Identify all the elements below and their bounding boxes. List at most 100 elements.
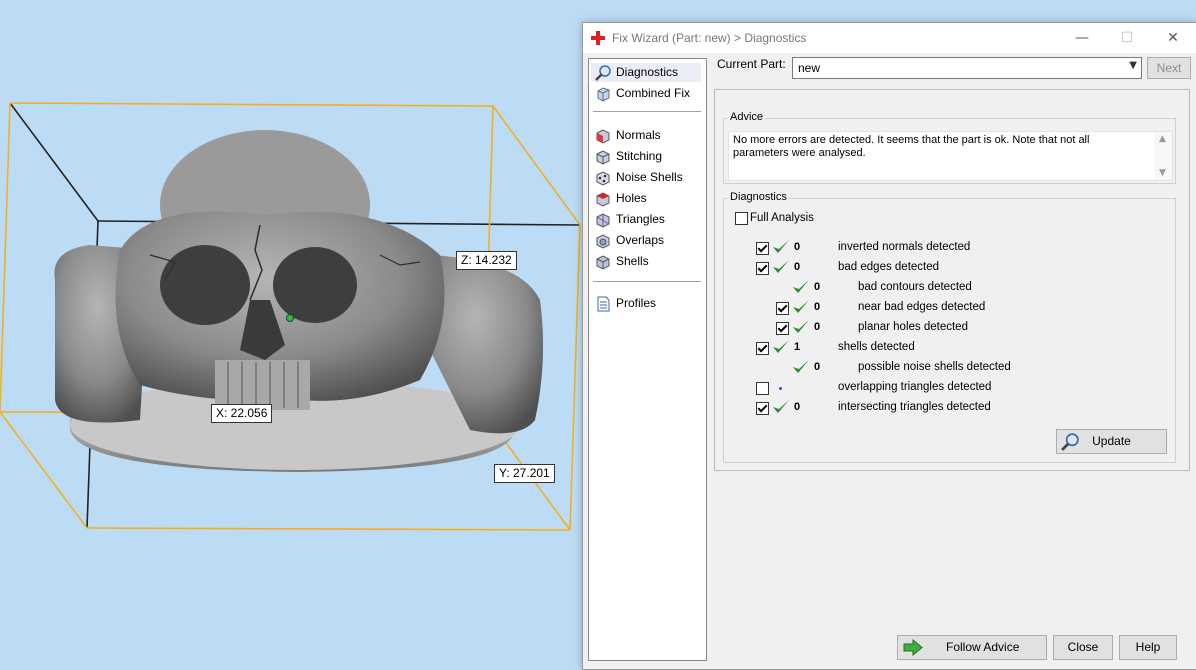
nav-item-shells[interactable]: Shells: [591, 252, 701, 271]
advice-group-title: Advice: [728, 111, 766, 123]
dialog-titlebar[interactable]: Fix Wizard (Part: new) > Diagnostics — ☐…: [583, 23, 1196, 53]
diagnostic-checkbox[interactable]: [776, 322, 789, 335]
nav-divider: [593, 281, 701, 282]
full-analysis-label: Full Analysis: [750, 212, 814, 224]
diagnostic-label: overlapping triangles detected: [838, 381, 992, 393]
nav-divider: [593, 111, 701, 112]
nav-item-label: Diagnostics: [616, 65, 679, 79]
help-button[interactable]: Help: [1119, 635, 1177, 660]
nav-item-profiles[interactable]: Profiles: [591, 294, 701, 313]
diagnostic-checkbox[interactable]: [756, 382, 769, 395]
nav-item-noise-shells[interactable]: Noise Shells: [591, 168, 701, 187]
check-mark-icon: [773, 240, 789, 253]
current-part-value: new: [798, 61, 821, 75]
advice-text-box[interactable]: No more errors are detected. It seems th…: [728, 131, 1173, 181]
diagnostic-count: 0: [814, 361, 821, 373]
check-mark-icon: [793, 300, 809, 313]
diagnostic-count: 0: [814, 321, 821, 333]
nav-item-label: Stitching: [616, 149, 663, 163]
diagnostic-checkbox[interactable]: [776, 302, 789, 315]
profiles-document-icon: [597, 296, 610, 312]
diagnostic-checkbox[interactable]: [756, 342, 769, 355]
diagnostic-label: shells detected: [838, 341, 915, 353]
diagnostic-label: planar holes detected: [858, 321, 968, 333]
x-dimension-label: X: 22.056: [211, 404, 273, 423]
nav-item-label: Normals: [616, 128, 661, 142]
magnifier-icon: [595, 65, 611, 81]
nav-item-label: Shells: [616, 254, 649, 268]
nav-item-label: Overlaps: [616, 233, 665, 247]
minimize-button[interactable]: —: [1068, 27, 1096, 49]
diagnostic-checkbox[interactable]: [756, 242, 769, 255]
nav-item-diagnostics[interactable]: Diagnostics: [591, 63, 701, 82]
nav-item-overlaps[interactable]: Overlaps: [591, 231, 701, 250]
stitching-cube-icon: [596, 150, 610, 165]
diagnostics-group-title: Diagnostics: [728, 191, 789, 203]
follow-advice-label: Follow Advice: [946, 640, 1020, 654]
nav-item-stitching[interactable]: Stitching: [591, 147, 701, 166]
current-part-select[interactable]: new ▼: [792, 57, 1142, 79]
advice-text: No more errors are detected. It seems th…: [733, 134, 1090, 159]
diagnostic-checkbox[interactable]: [756, 262, 769, 275]
update-button[interactable]: Update: [1056, 429, 1167, 454]
noise-shells-icon: [596, 171, 610, 186]
check-mark-icon: [793, 280, 809, 293]
close-button[interactable]: Close: [1053, 635, 1113, 660]
medical-cross-icon: [591, 31, 605, 45]
nav-item-label: Noise Shells: [616, 170, 683, 184]
nav-item-triangles[interactable]: Triangles: [591, 210, 701, 229]
overlaps-cube-icon: [596, 234, 610, 249]
advice-scrollbar[interactable]: ▲ ▼: [1155, 132, 1172, 180]
shells-cube-icon: [596, 255, 610, 270]
diagnostic-count: 1: [794, 341, 801, 353]
update-button-label: Update: [1092, 434, 1131, 448]
diagnostic-label: possible noise shells detected: [858, 361, 1011, 373]
combined-fix-icon: [597, 87, 610, 102]
close-window-button[interactable]: ✕: [1159, 27, 1187, 49]
nav-item-combined-fix[interactable]: Combined Fix: [591, 84, 701, 103]
dialog-title: Fix Wizard (Part: new) > Diagnostics: [612, 31, 807, 45]
holes-cube-icon: [596, 192, 610, 207]
scroll-up-icon[interactable]: ▲: [1159, 134, 1166, 144]
normals-cube-icon: [596, 129, 610, 144]
current-part-label: Current Part:: [717, 57, 786, 71]
scroll-down-icon[interactable]: ▼: [1159, 168, 1166, 178]
nav-item-label: Holes: [616, 191, 647, 205]
magnifier-icon: [1061, 433, 1079, 451]
z-dimension-label: Z: 14.232: [456, 251, 517, 270]
triangles-cube-icon: [596, 213, 610, 228]
diagnostics-group: Diagnostics Full Analysis 0 inverted norm…: [723, 191, 1176, 463]
diagnostic-label: bad edges detected: [838, 261, 940, 273]
check-mark-icon: [773, 340, 789, 353]
diagnostic-label: inverted normals detected: [838, 241, 971, 253]
advice-group: Advice No more errors are detected. It s…: [723, 111, 1176, 184]
diagnostic-checkbox[interactable]: [756, 402, 769, 415]
full-analysis-checkbox[interactable]: [735, 212, 748, 225]
arrow-right-icon: [903, 639, 923, 656]
diagnostic-count: 0: [814, 301, 821, 313]
next-button[interactable]: Next: [1147, 57, 1191, 79]
follow-advice-button[interactable]: Follow Advice: [897, 635, 1047, 660]
check-mark-icon: [773, 260, 789, 273]
check-mark-icon: [773, 400, 789, 413]
diagnostic-count: 0: [794, 261, 801, 273]
diagnostic-label: near bad edges detected: [858, 301, 986, 313]
y-dimension-label: Y: 27.201: [494, 464, 555, 483]
maximize-button[interactable]: ☐: [1113, 27, 1141, 49]
diagnostic-count: 0: [794, 241, 801, 253]
nav-item-normals[interactable]: Normals: [591, 126, 701, 145]
check-mark-icon: [793, 360, 809, 373]
diagnostics-content-panel: Advice No more errors are detected. It s…: [714, 89, 1190, 471]
wizard-nav-panel: Diagnostics Combined Fix Normals Stitchi…: [588, 58, 707, 661]
nav-item-holes[interactable]: Holes: [591, 189, 701, 208]
fix-wizard-dialog: Fix Wizard (Part: new) > Diagnostics — ☐…: [582, 22, 1196, 670]
nav-item-label: Profiles: [616, 296, 657, 310]
pending-dot-icon: [779, 387, 782, 390]
diagnostic-label: intersecting triangles detected: [838, 401, 991, 413]
nav-item-label: Combined Fix: [616, 86, 691, 100]
chevron-down-icon: ▼: [1129, 60, 1137, 71]
diagnostic-label: bad contours detected: [858, 281, 972, 293]
nav-item-label: Triangles: [616, 212, 665, 226]
diagnostic-count: 0: [814, 281, 821, 293]
diagnostic-count: 0: [794, 401, 801, 413]
